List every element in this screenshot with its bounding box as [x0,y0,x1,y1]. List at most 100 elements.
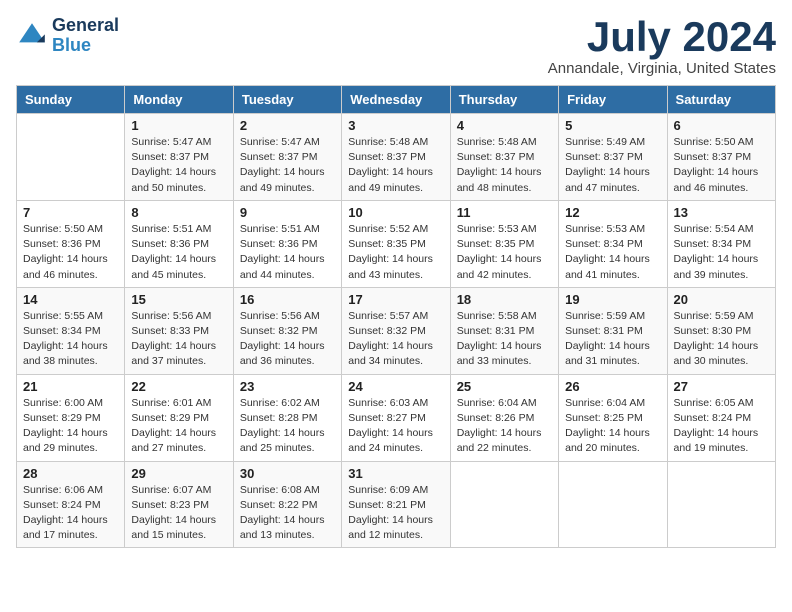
cell-content: Sunrise: 6:08 AM Sunset: 8:22 PM Dayligh… [240,483,335,544]
calendar-cell: 8 Sunrise: 5:51 AM Sunset: 8:36 PM Daylig… [125,200,233,287]
cell-content: Sunrise: 5:51 AM Sunset: 8:36 PM Dayligh… [131,222,226,283]
cell-content: Sunrise: 5:50 AM Sunset: 8:37 PM Dayligh… [674,135,769,196]
day-number: 24 [348,379,443,394]
calendar-cell: 5Sunrise: 5:49 AM Sunset: 8:37 PM Daylig… [559,114,667,201]
calendar-cell: 31Sunrise: 6:09 AM Sunset: 8:21 PM Dayli… [342,461,450,548]
cell-content: Sunrise: 5:57 AM Sunset: 8:32 PM Dayligh… [348,309,443,370]
cell-content: Sunrise: 6:07 AM Sunset: 8:23 PM Dayligh… [131,483,226,544]
cell-content: Sunrise: 5:56 AM Sunset: 8:32 PM Dayligh… [240,309,335,370]
day-number: 9 [240,205,335,220]
cell-content: Sunrise: 5:55 AM Sunset: 8:34 PM Dayligh… [23,309,118,370]
calendar-cell: 29 Sunrise: 6:07 AM Sunset: 8:23 PM Dayli… [125,461,233,548]
cell-content: Sunrise: 5:59 AM Sunset: 8:31 PM Dayligh… [565,309,660,370]
calendar-cell: 19 Sunrise: 5:59 AM Sunset: 8:31 PM Dayli… [559,287,667,374]
cell-content: Sunrise: 5:48 AM Sunset: 8:37 PM Dayligh… [457,135,552,196]
day-number: 19 [565,292,660,307]
calendar-cell: 9 Sunrise: 5:51 AM Sunset: 8:36 PM Daylig… [233,200,341,287]
day-number: 11 [457,205,552,220]
location-title: Annandale, Virginia, United States [548,60,776,77]
cell-content: Sunrise: 6:05 AM Sunset: 8:24 PM Dayligh… [674,396,769,457]
day-number: 12 [565,205,660,220]
day-number: 29 [131,466,226,481]
day-number: 22 [131,379,226,394]
day-number: 27 [674,379,769,394]
calendar-cell: 23Sunrise: 6:02 AM Sunset: 8:28 PM Dayli… [233,374,341,461]
day-number: 18 [457,292,552,307]
calendar-cell: 3 Sunrise: 5:48 AM Sunset: 8:37 PM Daylig… [342,114,450,201]
day-number: 6 [674,118,769,133]
logo-icon [16,20,48,52]
day-number: 30 [240,466,335,481]
calendar-cell: 20Sunrise: 5:59 AM Sunset: 8:30 PM Dayli… [667,287,775,374]
cell-content: Sunrise: 5:56 AM Sunset: 8:33 PM Dayligh… [131,309,226,370]
calendar-cell [17,114,125,201]
day-number: 2 [240,118,335,133]
day-number: 28 [23,466,118,481]
logo-line2: Blue [52,35,91,55]
column-header-sunday: Sunday [17,86,125,114]
day-number: 23 [240,379,335,394]
cell-content: Sunrise: 5:51 AM Sunset: 8:36 PM Dayligh… [240,222,335,283]
column-header-saturday: Saturday [667,86,775,114]
calendar-cell: 30 Sunrise: 6:08 AM Sunset: 8:22 PM Dayli… [233,461,341,548]
header: General Blue July 2024 Annandale, Virgin… [16,16,776,77]
logo-line1: General [52,16,119,36]
calendar-cell: 2Sunrise: 5:47 AM Sunset: 8:37 PM Daylig… [233,114,341,201]
cell-content: Sunrise: 6:04 AM Sunset: 8:25 PM Dayligh… [565,396,660,457]
cell-content: Sunrise: 6:04 AM Sunset: 8:26 PM Dayligh… [457,396,552,457]
calendar-cell: 27 Sunrise: 6:05 AM Sunset: 8:24 PM Dayli… [667,374,775,461]
day-number: 3 [348,118,443,133]
calendar-cell: 24 Sunrise: 6:03 AM Sunset: 8:27 PM Dayli… [342,374,450,461]
day-number: 17 [348,292,443,307]
cell-content: Sunrise: 5:50 AM Sunset: 8:36 PM Dayligh… [23,222,118,283]
day-number: 20 [674,292,769,307]
column-header-thursday: Thursday [450,86,558,114]
cell-content: Sunrise: 5:54 AM Sunset: 8:34 PM Dayligh… [674,222,769,283]
day-number: 13 [674,205,769,220]
calendar-cell: 22 Sunrise: 6:01 AM Sunset: 8:29 PM Dayli… [125,374,233,461]
cell-content: Sunrise: 6:01 AM Sunset: 8:29 PM Dayligh… [131,396,226,457]
calendar-cell [667,461,775,548]
day-number: 14 [23,292,118,307]
week-row-4: 21 Sunrise: 6:00 AM Sunset: 8:29 PM Dayli… [17,374,776,461]
day-number: 8 [131,205,226,220]
cell-content: Sunrise: 6:00 AM Sunset: 8:29 PM Dayligh… [23,396,118,457]
cell-content: Sunrise: 6:03 AM Sunset: 8:27 PM Dayligh… [348,396,443,457]
calendar-cell: 14 Sunrise: 5:55 AM Sunset: 8:34 PM Dayli… [17,287,125,374]
calendar-cell: 1Sunrise: 5:47 AM Sunset: 8:37 PM Daylig… [125,114,233,201]
column-header-monday: Monday [125,86,233,114]
cell-content: Sunrise: 5:58 AM Sunset: 8:31 PM Dayligh… [457,309,552,370]
day-number: 15 [131,292,226,307]
logo: General Blue [16,16,119,56]
day-number: 4 [457,118,552,133]
cell-content: Sunrise: 5:48 AM Sunset: 8:37 PM Dayligh… [348,135,443,196]
day-number: 21 [23,379,118,394]
calendar-cell: 7 Sunrise: 5:50 AM Sunset: 8:36 PM Daylig… [17,200,125,287]
calendar-cell [559,461,667,548]
calendar-cell: 25 Sunrise: 6:04 AM Sunset: 8:26 PM Dayli… [450,374,558,461]
day-number: 25 [457,379,552,394]
calendar-cell: 13 Sunrise: 5:54 AM Sunset: 8:34 PM Dayli… [667,200,775,287]
cell-content: Sunrise: 5:49 AM Sunset: 8:37 PM Dayligh… [565,135,660,196]
cell-content: Sunrise: 6:06 AM Sunset: 8:24 PM Dayligh… [23,483,118,544]
day-number: 26 [565,379,660,394]
cell-content: Sunrise: 5:53 AM Sunset: 8:34 PM Dayligh… [565,222,660,283]
month-title: July 2024 [548,16,776,58]
week-row-2: 7 Sunrise: 5:50 AM Sunset: 8:36 PM Daylig… [17,200,776,287]
calendar-cell: 11Sunrise: 5:53 AM Sunset: 8:35 PM Dayli… [450,200,558,287]
calendar-cell: 17 Sunrise: 5:57 AM Sunset: 8:32 PM Dayli… [342,287,450,374]
calendar-cell: 16Sunrise: 5:56 AM Sunset: 8:32 PM Dayli… [233,287,341,374]
day-number: 10 [348,205,443,220]
calendar-cell: 15 Sunrise: 5:56 AM Sunset: 8:33 PM Dayli… [125,287,233,374]
day-number: 7 [23,205,118,220]
calendar-cell: 28 Sunrise: 6:06 AM Sunset: 8:24 PM Dayli… [17,461,125,548]
calendar-cell: 18 Sunrise: 5:58 AM Sunset: 8:31 PM Dayli… [450,287,558,374]
week-row-5: 28 Sunrise: 6:06 AM Sunset: 8:24 PM Dayli… [17,461,776,548]
calendar-cell: 12 Sunrise: 5:53 AM Sunset: 8:34 PM Dayli… [559,200,667,287]
column-header-wednesday: Wednesday [342,86,450,114]
logo-text: General Blue [52,16,119,56]
calendar-cell: 6 Sunrise: 5:50 AM Sunset: 8:37 PM Daylig… [667,114,775,201]
column-header-friday: Friday [559,86,667,114]
week-row-3: 14 Sunrise: 5:55 AM Sunset: 8:34 PM Dayli… [17,287,776,374]
day-number: 31 [348,466,443,481]
